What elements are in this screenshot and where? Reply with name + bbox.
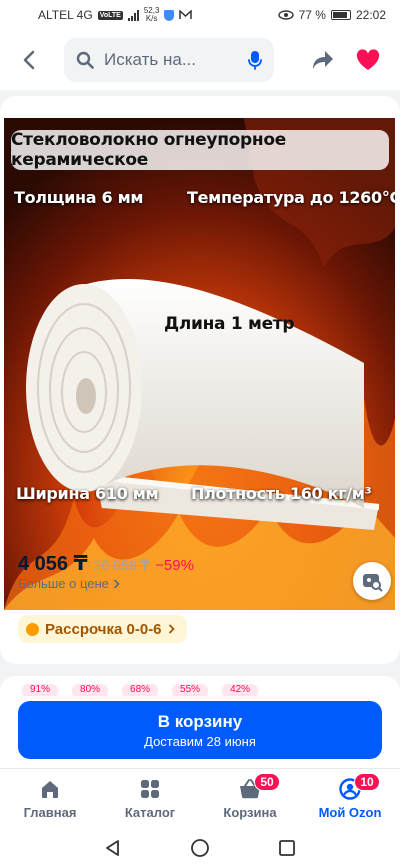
battery-icon xyxy=(330,10,351,20)
image-length: Длина 1 метр xyxy=(164,314,295,334)
chevron-right-icon xyxy=(168,624,175,634)
top-bar: Искать на... xyxy=(0,30,400,90)
back-triangle-icon[interactable] xyxy=(104,839,122,857)
search-icon xyxy=(76,51,94,69)
nav-item-catalog[interactable]: Каталог xyxy=(100,769,200,828)
eye-icon xyxy=(277,10,294,20)
price-row: 4 056 ₸ 10 058 ₸ −59% xyxy=(18,551,194,576)
volte-badge: VoLTE xyxy=(97,10,123,20)
promo-chip[interactable]: 91% xyxy=(22,684,59,696)
current-price: 4 056 ₸ xyxy=(18,553,88,575)
product-image[interactable]: Стекловолокно огнеупорное керамическое Т… xyxy=(4,118,395,610)
promo-chip[interactable]: 55% xyxy=(172,684,209,696)
nav-item-profile[interactable]: 10 Мой Ozon xyxy=(300,769,400,828)
system-nav xyxy=(0,828,400,867)
image-thickness: Толщина 6 мм xyxy=(14,188,144,207)
find-similar-button[interactable] xyxy=(353,562,391,600)
home-icon xyxy=(42,781,58,798)
discount-percent: −59% xyxy=(155,557,194,574)
battery-percent: 77 % xyxy=(298,8,326,22)
shield-icon xyxy=(164,9,175,21)
promo-chip[interactable]: 68% xyxy=(122,684,159,696)
delivery-date-label: Доставим 28 июня xyxy=(144,733,256,749)
cart-bar: В корзину Доставим 28 июня xyxy=(0,696,400,768)
nav-label: Мой Ozon xyxy=(318,805,382,820)
signal-icon xyxy=(127,9,139,21)
nav-label: Главная xyxy=(23,805,77,820)
installment-label: Рассрочка 0-0-6 xyxy=(45,620,162,638)
back-button[interactable] xyxy=(12,43,46,77)
image-search-icon xyxy=(363,574,383,592)
home-circle-icon[interactable] xyxy=(190,838,210,858)
nav-label: Корзина xyxy=(223,805,277,820)
more-price-label: Больше о цене xyxy=(18,576,109,591)
chevron-right-icon xyxy=(113,578,120,589)
status-bar: ALTEL 4G VoLTE 52,3 K/s 77 % 22:02 xyxy=(0,0,400,30)
promo-chip[interactable]: 42% xyxy=(222,684,259,696)
product-card: Стекловолокно огнеупорное керамическое Т… xyxy=(0,96,400,664)
image-density: Плотность 160 кг/м³ xyxy=(191,484,372,503)
search-placeholder: Искать на... xyxy=(104,50,196,69)
image-temperature: Температура до 1260°C xyxy=(187,188,395,207)
installment-badge[interactable]: Рассрочка 0-0-6 xyxy=(18,615,187,643)
heart-icon[interactable] xyxy=(356,49,380,71)
bottom-nav: Главная Каталог 50 Корзина 10 Мой Ozon xyxy=(0,768,400,828)
old-price: 10 058 ₸ xyxy=(93,557,150,573)
image-width: Ширина 610 мм xyxy=(16,484,159,503)
microphone-icon[interactable] xyxy=(248,50,262,70)
add-to-cart-button[interactable]: В корзину Доставим 28 июня xyxy=(18,701,382,759)
add-to-cart-label: В корзину xyxy=(157,711,243,731)
mail-icon xyxy=(179,10,193,19)
clock: 22:02 xyxy=(355,8,386,22)
cart-count-badge: 50 xyxy=(254,773,280,791)
search-input[interactable]: Искать на... xyxy=(64,38,274,82)
share-icon[interactable] xyxy=(312,50,334,70)
carrier-label: ALTEL 4G xyxy=(38,8,93,22)
promo-strip: 91% 80% 68% 55% 42% xyxy=(0,676,400,696)
nav-item-home[interactable]: Главная xyxy=(0,769,100,828)
catalog-icon xyxy=(141,780,159,798)
chevron-left-icon xyxy=(23,50,35,70)
nav-label: Каталог xyxy=(124,805,176,820)
recents-square-icon[interactable] xyxy=(278,839,296,857)
profile-count-badge: 10 xyxy=(354,773,380,791)
nav-item-cart[interactable]: 50 Корзина xyxy=(200,769,300,828)
promo-chip[interactable]: 80% xyxy=(72,684,109,696)
image-title: Стекловолокно огнеупорное керамическое xyxy=(11,130,389,170)
network-speed: 52,3 K/s xyxy=(143,6,160,23)
product-page: ALTEL 4G VoLTE 52,3 K/s 77 % 22:02 Искать… xyxy=(0,0,400,867)
more-about-price-link[interactable]: Больше о цене xyxy=(18,576,120,591)
installment-icon xyxy=(26,622,39,636)
